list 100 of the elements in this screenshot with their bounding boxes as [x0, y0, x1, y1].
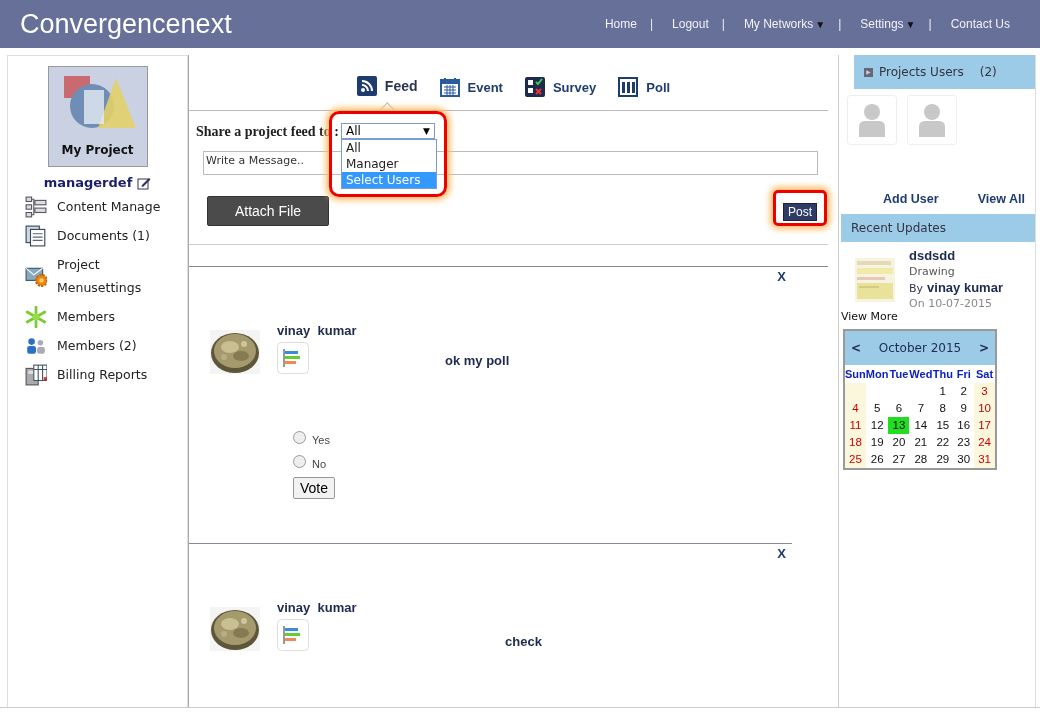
post-text: ok my poll — [445, 352, 510, 368]
sidebar-item[interactable]: Billing Reports — [57, 363, 169, 386]
panel-title: Projects Users — [879, 65, 964, 79]
vote-button[interactable]: Vote — [293, 477, 336, 499]
author-name[interactable]: vinay kumar — [277, 323, 510, 338]
audience-dropdown[interactable]: All ▼ — [340, 123, 435, 139]
calendar-day[interactable]: 27 — [888, 451, 910, 468]
nav-link[interactable]: Settings ▼ — [860, 17, 916, 31]
tree-icon — [25, 195, 47, 218]
calendar-day[interactable]: 22 — [932, 434, 954, 451]
weekday-label: Thu — [932, 367, 954, 382]
weekday-label: Mon — [865, 367, 889, 382]
calendar-day[interactable]: 30 — [953, 451, 975, 468]
settings-icon — [25, 265, 47, 287]
sidebar-item[interactable]: Documents (1) — [57, 224, 169, 247]
update-author: vinay kumar — [927, 280, 1003, 295]
calculator-icon — [25, 363, 47, 386]
calendar-day[interactable]: 6 — [888, 400, 910, 417]
weekday-label: Tue — [888, 367, 909, 382]
calendar-day[interactable]: 24 — [974, 434, 995, 451]
view-all-link[interactable]: View All — [977, 192, 1025, 206]
by-label: By — [909, 282, 924, 295]
calendar-cell — [845, 383, 866, 400]
calendar-day[interactable]: 16 — [953, 417, 975, 434]
next-month-button[interactable]: > — [978, 341, 989, 355]
nav-link[interactable]: Contact Us — [950, 17, 1010, 31]
calendar-day[interactable]: 1 — [932, 383, 954, 400]
calendar-day[interactable]: 4 — [845, 400, 866, 417]
logo[interactable]: Convergencenext — [20, 8, 232, 40]
calendar-day[interactable]: 10 — [974, 400, 995, 417]
calendar-day[interactable]: 3 — [974, 383, 995, 400]
option-label: Yes — [312, 434, 330, 446]
sidebar-item[interactable]: Content Manage — [57, 195, 169, 218]
calendar-day[interactable]: 15 — [932, 417, 954, 434]
add-user-link[interactable]: Add User — [883, 192, 939, 206]
post-text: check — [505, 633, 542, 649]
option-label: No — [312, 458, 327, 470]
calendar-day[interactable]: 11 — [845, 417, 866, 434]
nav-link[interactable]: Logout — [672, 17, 709, 31]
calendar-day[interactable]: 26 — [865, 451, 889, 468]
username[interactable]: managerdef — [43, 175, 133, 190]
weekday-label: Sun — [845, 367, 866, 382]
nav-link[interactable]: Home — [604, 17, 637, 31]
edit-icon[interactable] — [137, 175, 152, 190]
update-date: On 10-07-2015 — [909, 297, 994, 310]
calendar-day[interactable]: 13 — [888, 417, 910, 434]
calendar-day[interactable]: 2 — [953, 383, 975, 400]
close-button[interactable]: X — [777, 546, 786, 562]
expand-icon[interactable] — [864, 67, 873, 77]
calendar-day[interactable]: 12 — [865, 417, 889, 434]
sidebar-item[interactable]: Members (2) — [57, 334, 169, 357]
sidebar-item[interactable]: Project Menusettings — [57, 253, 169, 299]
rss-icon — [356, 76, 377, 97]
nav-separator: | — [838, 17, 842, 31]
bar-chart-icon — [618, 77, 639, 97]
attach-file-button[interactable]: Attach File — [207, 196, 329, 226]
calendar-day[interactable]: 8 — [932, 400, 954, 417]
user-avatar-icon — [847, 95, 897, 145]
view-more-link[interactable]: View More — [841, 310, 1035, 323]
close-button[interactable]: X — [777, 269, 786, 285]
calendar-day[interactable]: 28 — [909, 451, 933, 468]
snowflake-icon — [25, 305, 47, 328]
caret-icon: ▼ — [905, 19, 916, 30]
checklist-icon — [524, 77, 545, 97]
calendar-day[interactable]: 7 — [909, 400, 933, 417]
sidebar-item[interactable]: Members — [57, 305, 169, 328]
dropdown-option[interactable]: Manager — [341, 156, 436, 172]
calendar-day[interactable]: 21 — [909, 434, 933, 451]
highlight-frame — [773, 190, 827, 226]
calendar-day[interactable]: 14 — [909, 417, 933, 434]
project-tile[interactable]: My Project — [47, 66, 148, 167]
previous-month-button[interactable]: < — [851, 341, 862, 355]
calendar-day[interactable]: 29 — [932, 451, 954, 468]
calendar-day[interactable]: 23 — [953, 434, 975, 451]
calendar-day[interactable]: 18 — [845, 434, 866, 451]
post-button[interactable]: Post — [783, 203, 817, 221]
radio-button[interactable] — [293, 455, 306, 468]
calendar-day[interactable]: 25 — [845, 451, 866, 468]
update-title[interactable]: dsdsdd — [909, 248, 1003, 263]
caret-icon: ▼ — [815, 19, 826, 30]
calendar-day[interactable]: 19 — [865, 434, 889, 451]
weekday-label: Wed — [909, 367, 933, 382]
tab[interactable]: Survey — [524, 75, 597, 110]
weekday-label: Sat — [975, 367, 995, 382]
month-title: October 2015 — [878, 341, 962, 355]
author-name[interactable]: vinay kumar — [277, 600, 542, 615]
tab[interactable]: Feed — [356, 75, 418, 110]
calendar-day[interactable]: 31 — [974, 451, 995, 468]
nav-separator: | — [649, 17, 654, 31]
calendar-day[interactable]: 9 — [953, 400, 975, 417]
project-name: My Project — [61, 143, 134, 157]
radio-button[interactable] — [293, 431, 306, 444]
nav-separator: | — [928, 17, 932, 31]
calendar-day[interactable]: 5 — [865, 400, 889, 417]
nav-link[interactable]: My Networks ▼ — [743, 17, 826, 31]
tab[interactable]: Poll — [618, 75, 671, 110]
calendar-icon — [439, 77, 460, 97]
calendar-day[interactable]: 17 — [974, 417, 995, 434]
calendar-day[interactable]: 20 — [888, 434, 910, 451]
tab[interactable]: Event — [439, 75, 503, 110]
